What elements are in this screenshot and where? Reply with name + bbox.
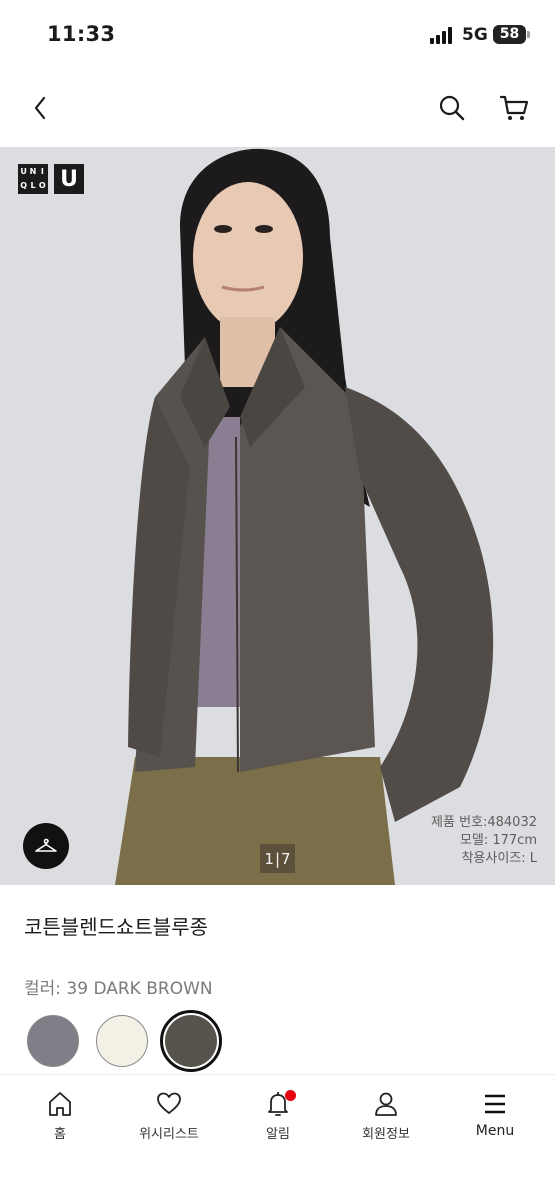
tab-wishlist-label: 위시리스트: [139, 1127, 199, 1142]
hanger-icon: [35, 838, 57, 852]
fit-size: 착용사이즈: L: [461, 851, 537, 866]
color-swatch-gray[interactable]: [27, 1015, 79, 1067]
search-icon: [439, 95, 465, 121]
model-height: 모델: 177cm: [459, 833, 537, 848]
color-swatch-off-white[interactable]: [96, 1015, 148, 1067]
uniqlo-logo: U N I Q L O: [18, 164, 48, 194]
pager-current: 1: [264, 849, 274, 868]
network-type: 5G: [462, 25, 488, 45]
chevron-left-icon: [34, 96, 46, 120]
heart-icon: [157, 1092, 181, 1114]
tab-menu[interactable]: Menu: [445, 1089, 545, 1139]
u-logo: U: [54, 164, 84, 194]
cart-icon: [499, 95, 529, 120]
status-time: 11:33: [47, 22, 116, 46]
uniqlo-u-logo: U N I Q L O U: [18, 164, 84, 194]
menu-icon: [485, 1094, 505, 1114]
tab-alerts-label: 알림: [266, 1127, 290, 1142]
battery-tip: [527, 31, 530, 38]
model-photo: [0, 147, 555, 885]
tab-menu-label: Menu: [475, 1123, 515, 1139]
alert-badge: [285, 1090, 296, 1101]
product-name: 코튼블렌드쇼트블루종: [24, 915, 208, 939]
signal-icon: [430, 27, 454, 44]
try-on-button[interactable]: [23, 823, 69, 869]
bottom-tab-bar: 홈 위시리스트 알림 회원정보 Menu: [0, 1074, 555, 1200]
home-icon: [49, 1092, 71, 1116]
tab-member[interactable]: 회원정보: [336, 1089, 436, 1142]
search-button[interactable]: [432, 88, 472, 128]
image-pager: 1 | 7: [260, 844, 295, 873]
tab-wishlist[interactable]: 위시리스트: [119, 1089, 219, 1142]
color-swatch-dark-brown[interactable]: [165, 1015, 217, 1067]
back-button[interactable]: [20, 88, 60, 128]
model-info: 제품 번호:484032 모델: 177cm 착용사이즈: L: [431, 814, 537, 868]
cart-button[interactable]: [494, 88, 534, 128]
nav-header: [0, 70, 555, 146]
tab-alerts[interactable]: 알림: [228, 1089, 328, 1142]
tab-home[interactable]: 홈: [10, 1089, 110, 1142]
pager-separator: |: [274, 849, 281, 868]
tab-home-label: 홈: [54, 1127, 66, 1142]
status-bar: 11:33 5G 58: [0, 0, 555, 70]
product-number: 제품 번호:484032: [431, 815, 537, 830]
battery-icon: 58: [493, 25, 526, 44]
tab-member-label: 회원정보: [362, 1127, 410, 1142]
product-image[interactable]: U N I Q L O U 1 | 7 제품 번호:484032 모델: 177…: [0, 147, 555, 885]
user-icon: [375, 1092, 397, 1116]
color-label: 컬러: 39 DARK BROWN: [24, 979, 213, 999]
pager-total: 7: [281, 849, 291, 868]
